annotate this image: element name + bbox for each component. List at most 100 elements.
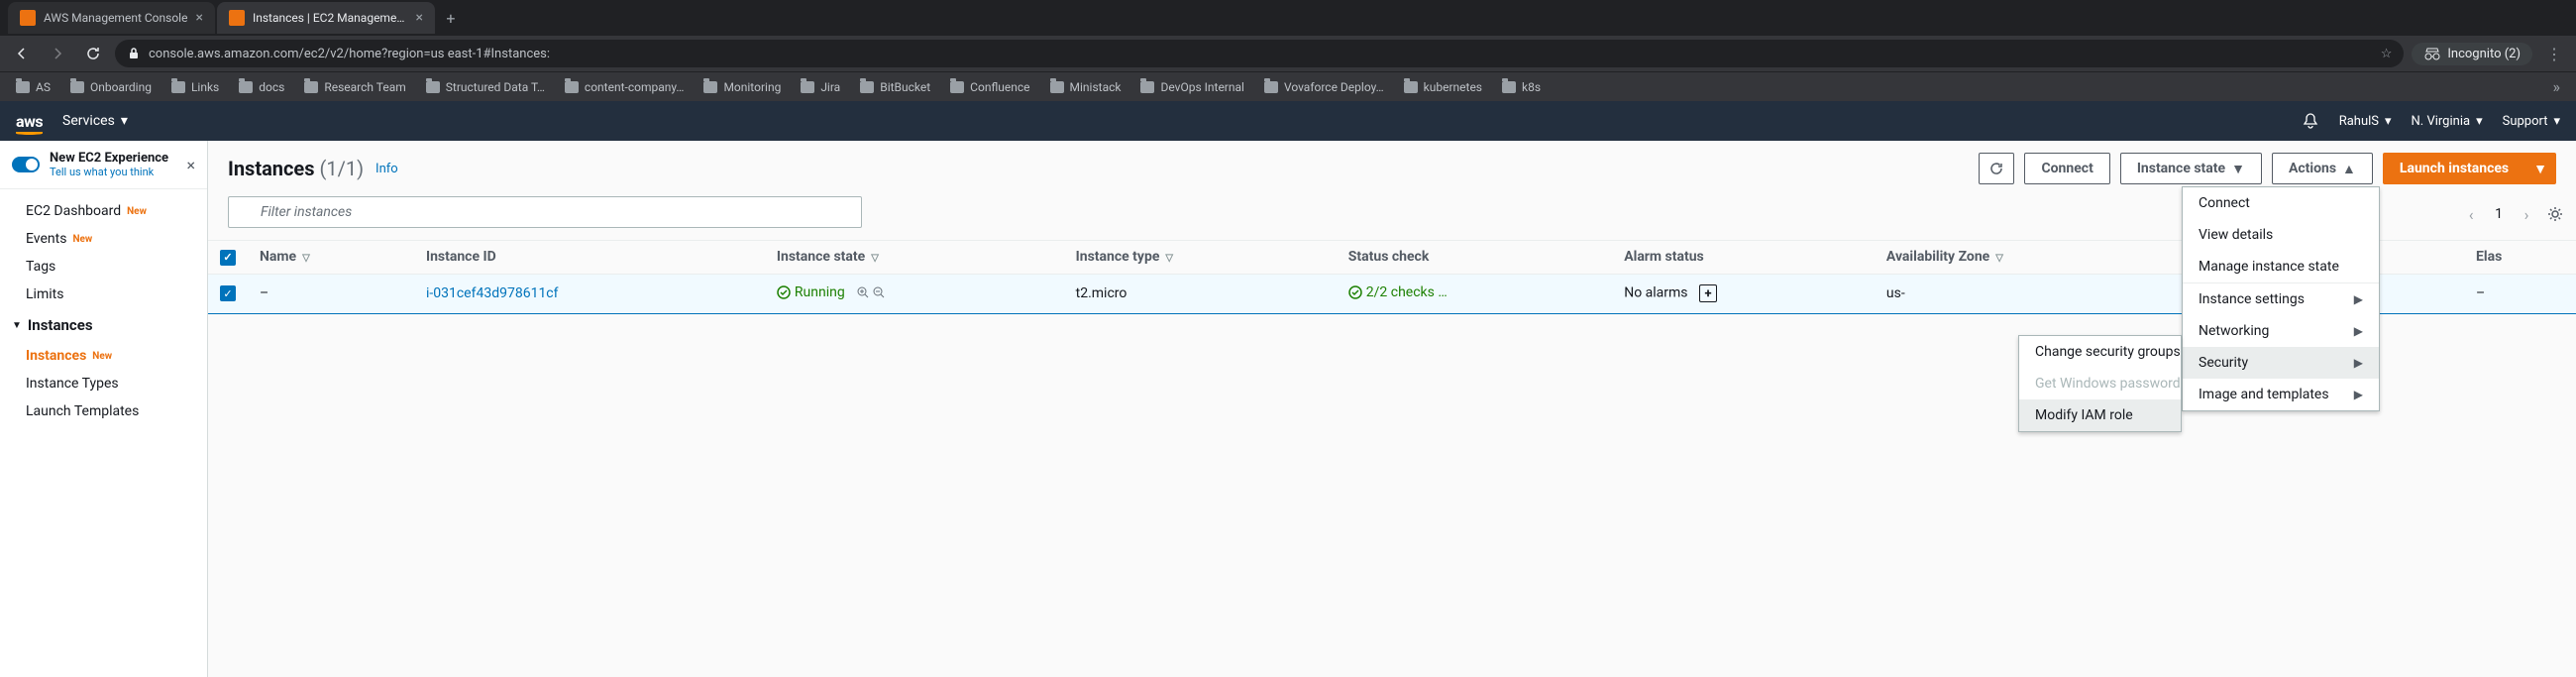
instance-state-button[interactable]: Instance state ▼ — [2120, 153, 2262, 184]
bookmark-item[interactable]: content-company… — [557, 76, 693, 98]
aws-logo[interactable]: aws — [16, 112, 43, 131]
menu-item-image-templates[interactable]: Image and templates▶ — [2183, 379, 2379, 410]
star-icon[interactable]: ☆ — [2381, 47, 2393, 61]
sidebar-section-instances[interactable]: ▼ Instances — [0, 308, 207, 342]
sidebar-item-limits[interactable]: Limits — [0, 281, 207, 308]
back-button[interactable] — [8, 40, 36, 67]
bookmark-item[interactable]: kubernetes — [1396, 76, 1490, 98]
folder-icon — [1050, 81, 1064, 93]
pager-next[interactable]: › — [2515, 202, 2538, 226]
aws-favicon — [20, 10, 36, 26]
chevron-right-icon: ▶ — [2354, 356, 2363, 370]
cell-alarm: No alarms — [1624, 285, 1687, 301]
chevron-right-icon: ▶ — [2354, 388, 2363, 401]
filter-input[interactable] — [228, 196, 862, 228]
cell-elastic: – — [2464, 274, 2576, 313]
folder-icon — [171, 81, 185, 93]
chevron-right-icon: ▶ — [2354, 292, 2363, 306]
bookmark-item[interactable]: Onboarding — [62, 76, 160, 98]
refresh-button[interactable] — [1979, 153, 2014, 184]
lock-icon — [127, 47, 141, 60]
sidebar-item-tags[interactable]: Tags — [0, 253, 207, 281]
bookmarks-overflow[interactable]: » — [2545, 77, 2569, 96]
sidebar-item-instances[interactable]: InstancesNew — [0, 342, 207, 370]
sidebar-item-events[interactable]: EventsNew — [0, 225, 207, 253]
notifications-button[interactable] — [2302, 112, 2319, 130]
status-check-badge: 2/2 checks … — [1348, 284, 1448, 300]
bookmark-item[interactable]: Jira — [793, 76, 848, 98]
new-badge: New — [72, 234, 92, 245]
close-icon[interactable]: × — [415, 10, 422, 26]
menu-item-instance-settings[interactable]: Instance settings▶ — [2183, 283, 2379, 315]
new-experience-toggle[interactable] — [12, 157, 40, 172]
sort-icon[interactable]: ▽ — [1165, 253, 1173, 264]
instance-id-link[interactable]: i-031cef43d978611cf — [426, 285, 559, 301]
check-circle-icon — [777, 285, 791, 299]
banner-title: New EC2 Experience — [50, 151, 176, 166]
menu-item-modify-iam[interactable]: Modify IAM role — [2019, 399, 2181, 431]
row-checkbox[interactable]: ✓ — [220, 285, 236, 301]
bookmark-item[interactable]: Research Team — [296, 76, 413, 98]
browser-menu-button[interactable]: ⋮ — [2540, 45, 2568, 63]
actions-button[interactable]: Actions ▲ — [2272, 153, 2373, 184]
bookmark-item[interactable]: Monitoring — [696, 76, 789, 98]
new-badge: New — [92, 351, 112, 362]
bookmark-item[interactable]: Links — [163, 76, 227, 98]
address-bar: console.aws.amazon.com/ec2/v2/home?regio… — [0, 36, 2576, 71]
new-tab-button[interactable]: + — [437, 4, 465, 32]
tab-title: Instances | EC2 Management C — [253, 11, 408, 25]
url-input[interactable]: console.aws.amazon.com/ec2/v2/home?regio… — [115, 40, 2404, 67]
tab-title: AWS Management Console — [44, 11, 187, 25]
menu-item-change-sg[interactable]: Change security groups — [2019, 336, 2181, 368]
sort-icon[interactable]: ▽ — [302, 253, 310, 264]
launch-instances-button[interactable]: Launch instances — [2383, 153, 2524, 184]
gear-icon[interactable] — [2546, 205, 2564, 223]
menu-item-security[interactable]: Security▶ — [2183, 347, 2379, 379]
pager-current: 1 — [2491, 206, 2507, 222]
reload-button[interactable] — [79, 40, 107, 67]
bookmark-item[interactable]: AS — [8, 76, 58, 98]
bookmark-item[interactable]: Ministack — [1042, 76, 1129, 98]
folder-icon — [1502, 81, 1516, 93]
menu-item-view-details[interactable]: View details — [2183, 219, 2379, 251]
bookmark-item[interactable]: docs — [231, 76, 292, 98]
browser-tab[interactable]: AWS Management Console × — [8, 2, 215, 34]
browser-tab[interactable]: Instances | EC2 Management C × — [217, 2, 435, 34]
forward-button[interactable] — [44, 40, 71, 67]
select-all-checkbox[interactable]: ✓ — [220, 250, 236, 266]
menu-item-manage-state[interactable]: Manage instance state — [2183, 251, 2379, 282]
add-alarm-button[interactable]: + — [1699, 284, 1717, 302]
launch-instances-dropdown[interactable]: ▼ — [2524, 153, 2556, 184]
bookmark-item[interactable]: Structured Data T… — [418, 76, 553, 98]
sort-icon[interactable]: ▽ — [1995, 253, 2003, 264]
chevron-down-icon: ▾ — [2385, 114, 2392, 129]
sidebar: New EC2 Experience Tell us what you thin… — [0, 141, 208, 677]
feedback-link[interactable]: Tell us what you think — [50, 166, 176, 178]
close-icon[interactable]: × — [186, 156, 195, 174]
chevron-up-icon: ▲ — [2342, 161, 2356, 177]
info-link[interactable]: Info — [376, 162, 398, 176]
state-filter-icons[interactable] — [856, 285, 886, 299]
sidebar-item-launch-templates[interactable]: Launch Templates — [0, 397, 207, 425]
bookmark-item[interactable]: Vovaforce Deploy… — [1256, 76, 1392, 98]
sort-icon[interactable]: ▽ — [871, 253, 879, 264]
check-circle-icon — [1348, 285, 1362, 299]
services-menu[interactable]: Services ▾ — [62, 113, 128, 129]
menu-item-networking[interactable]: Networking▶ — [2183, 315, 2379, 347]
region-menu[interactable]: N. Virginia ▾ — [2412, 114, 2483, 129]
bookmark-item[interactable]: BitBucket — [852, 76, 938, 98]
user-menu[interactable]: RahulS ▾ — [2339, 114, 2392, 129]
support-menu[interactable]: Support ▾ — [2503, 114, 2560, 129]
connect-button[interactable]: Connect — [2024, 153, 2109, 184]
aws-favicon — [229, 10, 245, 26]
sidebar-item-instance-types[interactable]: Instance Types — [0, 370, 207, 397]
page-title: Instances (1/1) — [228, 157, 364, 180]
bookmark-item[interactable]: DevOps Internal — [1132, 76, 1251, 98]
bookmark-item[interactable]: Confluence — [942, 76, 1037, 98]
sidebar-item-dashboard[interactable]: EC2 DashboardNew — [0, 197, 207, 225]
menu-item-connect[interactable]: Connect — [2183, 187, 2379, 219]
close-icon[interactable]: × — [195, 10, 202, 26]
incognito-badge[interactable]: Incognito (2) — [2412, 43, 2532, 65]
pager-prev[interactable]: ‹ — [2459, 202, 2483, 226]
bookmark-item[interactable]: k8s — [1494, 76, 1549, 98]
